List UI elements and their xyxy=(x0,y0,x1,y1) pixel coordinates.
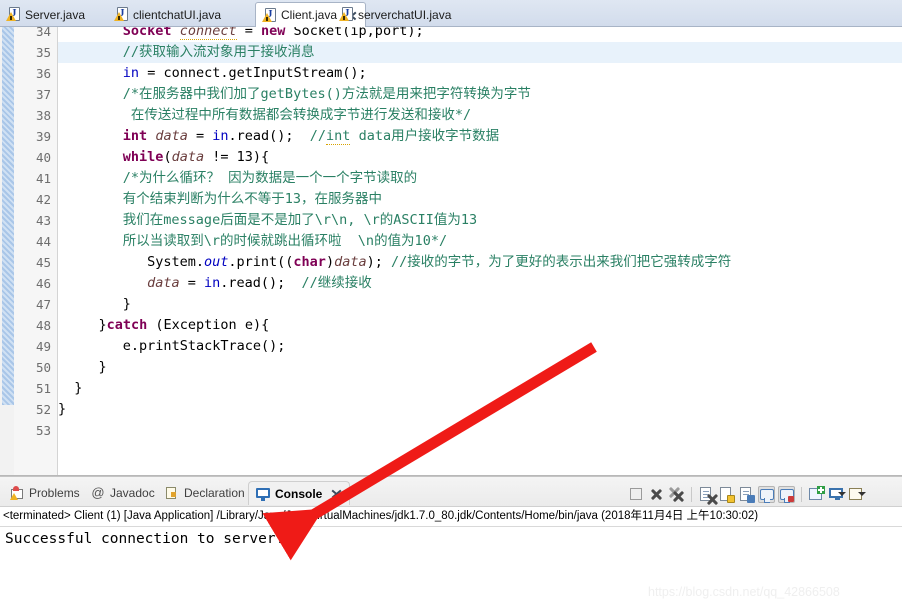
view-tab-label: Problems xyxy=(29,486,80,500)
console-output-text: Successful connection to server! xyxy=(5,531,285,547)
show-console-on-output-button[interactable] xyxy=(758,485,775,503)
code-editor[interactable]: 34 35 36 37 38 39 40 41 42 43 44 45 46 47 48 49 50 51 52 53… xyxy=(0,27,902,475)
code-line[interactable]: } xyxy=(123,294,131,315)
word-wrap-button[interactable] xyxy=(738,486,755,503)
view-tab-label: Javadoc xyxy=(110,486,155,500)
line-number: 50 xyxy=(35,360,51,375)
line-number: 48 xyxy=(35,318,51,333)
line-number: 51 xyxy=(35,381,51,396)
toolbar-separator xyxy=(801,486,802,502)
line-number: 37 xyxy=(35,87,51,102)
code-line[interactable]: 所以当读取到\r的时候就跳出循环啦 \n的值为10*/ xyxy=(123,231,447,252)
code-line[interactable]: int data = in.read(); //int data用户接收字节数据 xyxy=(123,126,499,147)
editor-tab-clientchatui-java[interactable]: JclientchatUI.java xyxy=(108,2,229,27)
line-number: 44 xyxy=(35,234,51,249)
code-line[interactable]: Socket connect = new Socket(ip,port); xyxy=(123,27,424,42)
problems-icon xyxy=(10,486,24,500)
line-number: 53 xyxy=(35,423,51,438)
editor-tab-label: Server.java xyxy=(25,7,86,22)
code-line[interactable]: e.printStackTrace(); xyxy=(123,336,286,357)
view-tab-problems[interactable]: Problems xyxy=(3,481,87,505)
editor-tab-label: Client.java xyxy=(281,8,338,22)
pin-console-button[interactable] xyxy=(808,485,825,503)
terminate-button[interactable] xyxy=(628,486,645,503)
line-number: 39 xyxy=(35,129,51,144)
line-number: 42 xyxy=(35,192,51,207)
line-number: 46 xyxy=(35,276,51,291)
line-number: 34 xyxy=(35,27,51,39)
toolbar-separator xyxy=(691,486,692,502)
view-tab-declaration[interactable]: Declaration xyxy=(158,481,252,505)
editor-tab-bar: J Server.java JclientchatUI.java J Client.ja… xyxy=(0,0,902,28)
code-line[interactable]: } xyxy=(74,378,82,399)
clear-console-button[interactable] xyxy=(698,486,715,503)
line-number: 36 xyxy=(35,66,51,81)
java-file-warning-icon: J xyxy=(6,7,20,22)
line-number: 52 xyxy=(35,402,51,417)
eclipse-window: J Server.java JclientchatUI.java J Client.ja… xyxy=(0,0,902,614)
changed-lines-marker xyxy=(2,27,14,405)
line-number: 38 xyxy=(35,108,51,123)
editor-tab-server-java[interactable]: J Server.java xyxy=(0,2,93,27)
java-file-warning-icon: J xyxy=(114,7,128,22)
console-status-line: <terminated> Client (1) [Java Applicatio… xyxy=(3,510,759,522)
java-file-warning-icon: J xyxy=(262,7,276,23)
line-number: 41 xyxy=(35,171,51,186)
display-selected-console-button[interactable] xyxy=(828,486,846,503)
line-number: 35 xyxy=(35,45,51,60)
code-line[interactable]: } xyxy=(58,399,66,420)
console-icon xyxy=(256,487,270,501)
javadoc-at-icon: @ xyxy=(91,485,105,500)
line-number: 40 xyxy=(35,150,51,165)
code-line[interactable]: 在传送过程中所有数据都会转换成字节进行发送和接收*/ xyxy=(131,105,471,126)
remove-all-terminated-button[interactable] xyxy=(668,486,685,503)
code-line[interactable]: data = in.read(); //继续接收 xyxy=(147,273,372,294)
scroll-lock-button[interactable] xyxy=(718,486,735,503)
view-tab-javadoc[interactable]: @ Javadoc xyxy=(84,481,162,505)
line-number: 47 xyxy=(35,297,51,312)
line-number-ruler: 34 35 36 37 38 39 40 41 42 43 44 45 46 47 48 49 50 51 52 53 xyxy=(14,27,58,475)
open-console-button[interactable] xyxy=(848,486,866,503)
view-tab-label: Declaration xyxy=(184,486,245,500)
console-status-divider xyxy=(0,526,902,527)
change-marker-ruler xyxy=(0,27,14,475)
code-line[interactable]: System.out.print((char)data); //接收的字节，为了… xyxy=(147,252,731,273)
code-line[interactable]: /*在服务器中我们加了getBytes()方法就是用来把字符转换为字节 xyxy=(123,84,531,105)
line-number: 45 xyxy=(35,255,51,270)
editor-tab-label: clientchatUI.java xyxy=(133,7,222,22)
code-line[interactable]: /*为什么循环？ 因为数据是一个一个字节读取的 xyxy=(123,168,417,189)
code-line[interactable]: 有个结束判断为什么不等于13，在服务器中 xyxy=(123,189,382,210)
watermark: https://blog.csdn.net/qq_42866508 xyxy=(648,585,840,599)
java-file-warning-icon: J xyxy=(339,7,353,22)
show-console-on-error-button[interactable] xyxy=(778,485,795,503)
code-line[interactable]: while(data != 13){ xyxy=(123,147,269,168)
remove-launch-button[interactable] xyxy=(648,486,665,503)
code-line[interactable]: } xyxy=(99,357,107,378)
code-line[interactable]: }catch (Exception e){ xyxy=(99,315,270,336)
line-number: 43 xyxy=(35,213,51,228)
console-toolbar xyxy=(628,484,866,504)
editor-tab-label: serverchatUI.java xyxy=(358,7,452,22)
declaration-icon xyxy=(165,486,179,500)
view-tab-label: Console xyxy=(275,486,323,501)
code-line[interactable]: in = connect.getInputStream(); xyxy=(123,63,367,84)
code-line[interactable]: //获取输入流对象用于接收消息 xyxy=(123,42,315,63)
code-text-area[interactable]: Socket connect = new Socket(ip,port);//获… xyxy=(58,27,902,475)
line-number: 49 xyxy=(35,339,51,354)
editor-tab-serverchatui-java[interactable]: JserverchatUI.java xyxy=(333,2,459,27)
code-line[interactable]: 我们在message后面是不是加了\r\n, \r的ASCII值为13 xyxy=(123,210,477,231)
view-tab-console[interactable]: Console xyxy=(248,481,351,505)
close-icon[interactable] xyxy=(331,488,342,499)
